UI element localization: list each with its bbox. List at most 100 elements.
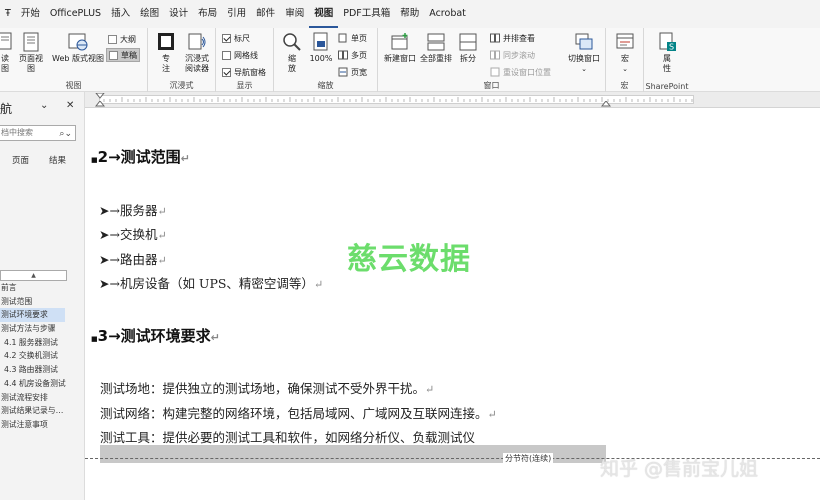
document-page[interactable]: ■2→测试范围↵ ➤→服务器↵ ➤→交换机↵ ➤→路由器↵ ➤→机房设备（如 U… xyxy=(85,108,820,500)
print-layout-button[interactable]: 页面视图 xyxy=(16,32,46,74)
menu-review[interactable]: 审阅 xyxy=(280,0,309,28)
multi-page-icon xyxy=(338,50,348,60)
menu-mailings[interactable]: 邮件 xyxy=(251,0,280,28)
horizontal-ruler[interactable] xyxy=(85,92,820,108)
tab-pages[interactable]: 页面 xyxy=(0,154,37,166)
immersive-reader-button[interactable]: 沉浸式 阅读器 xyxy=(180,32,214,74)
split-button[interactable]: 拆分 xyxy=(456,32,480,64)
web-layout-button[interactable]: Web 版式视图 xyxy=(52,32,104,64)
bullet-item: ➤→路由器↵ xyxy=(99,249,167,268)
sync-scroll-icon xyxy=(490,50,500,60)
first-line-indent-marker[interactable] xyxy=(95,93,105,101)
nav-heading-item[interactable]: 前言 xyxy=(0,281,85,295)
reset-position-label: 重设窗口位置 xyxy=(503,67,551,77)
menu-acrobat[interactable]: Acrobat xyxy=(424,0,471,28)
focus-label: 专 注 xyxy=(162,54,170,73)
heading-2-text: 测试范围 xyxy=(120,148,181,166)
nav-heading-item[interactable]: 测试结果记录与… xyxy=(0,404,85,418)
ruler-checkbox[interactable]: 标尺 xyxy=(222,31,250,45)
heading-2: ■2→测试范围↵ xyxy=(91,146,190,167)
nav-close-icon[interactable]: ✕ xyxy=(66,100,74,111)
menu-officeplus[interactable]: OfficePLUS xyxy=(45,0,106,28)
page-width-button[interactable]: 页宽 xyxy=(338,65,367,79)
print-layout-label: 页面视图 xyxy=(19,54,43,73)
nav-heading-item[interactable]: 测试流程安排 xyxy=(0,391,85,405)
switch-window-icon xyxy=(575,33,593,50)
nav-heading-item-selected[interactable]: 测试环境要求 xyxy=(0,308,65,323)
nav-subheading-item[interactable]: 4.2 交换机测试 xyxy=(0,349,85,363)
multi-page-label: 多页 xyxy=(351,50,367,60)
immersive-reader-icon xyxy=(188,33,206,50)
gridlines-checkbox[interactable]: 网格线 xyxy=(222,48,258,62)
menu-design[interactable]: 设计 xyxy=(164,0,193,28)
navigation-pane: 航 ⌄ ✕ 档中搜索 ⌕⌄ 页面 结果 ▲ 前言 测试范围 测试环境要求 测试方… xyxy=(0,92,85,500)
outline-button[interactable]: 大纲 xyxy=(108,32,136,46)
zoom-button[interactable]: 缩 放 xyxy=(282,32,302,74)
arrange-all-button[interactable]: 全部重排 xyxy=(418,32,454,64)
new-window-icon xyxy=(391,33,408,50)
zoom-100-button[interactable]: 100% xyxy=(308,32,334,64)
search-icon[interactable]: ⌕⌄ xyxy=(59,127,72,141)
menu-view[interactable]: 视图 xyxy=(309,0,339,28)
menu-file[interactable]: Ŧ xyxy=(0,0,16,28)
immersive-reader-label: 沉浸式 阅读器 xyxy=(185,54,209,73)
body-paragraph: 测试工具：提供必要的测试工具和软件，如网络分析仪、负载测试仪 xyxy=(100,427,475,446)
nav-subheading-item[interactable]: 4.3 路由器测试 xyxy=(0,363,85,377)
draft-icon xyxy=(109,50,118,60)
show-group: 标尺 网格线 导航窗格 显示 xyxy=(216,28,274,92)
paragraph-text: 测试网络：构建完整的网络环境，包括局域网、广域网及互联网连接。 xyxy=(100,406,488,421)
menu-insert[interactable]: 插入 xyxy=(106,0,135,28)
magnifier-icon xyxy=(283,33,301,51)
menu-pdf-tools[interactable]: PDF工具箱 xyxy=(338,0,395,28)
side-by-side-button[interactable]: 并排查看 xyxy=(490,31,535,45)
paragraph-mark: ↵ xyxy=(313,278,324,291)
focus-button[interactable]: 专 注 xyxy=(156,32,176,74)
paragraph-text: 测试场地：提供独立的测试场地，确保测试不受外界干扰。 xyxy=(100,381,426,396)
heading-list: 前言 测试范围 测试环境要求 测试方法与步骤 4.1 服务器测试 4.2 交换机… xyxy=(0,281,85,432)
menu-home[interactable]: 开始 xyxy=(16,0,45,28)
paragraph-mark: ↵ xyxy=(157,254,167,267)
menu-draw[interactable]: 绘图 xyxy=(135,0,164,28)
multi-page-button[interactable]: 多页 xyxy=(338,48,367,62)
switch-window-button[interactable]: 切换窗口 ⌄ xyxy=(564,32,604,74)
macros-group-label: 宏 xyxy=(620,81,629,90)
heading-marker-icon: ■ xyxy=(91,156,98,164)
body-paragraph: 测试场地：提供独立的测试场地，确保测试不受外界干扰。↵ xyxy=(100,378,434,397)
one-page-button[interactable]: 单页 xyxy=(338,31,367,45)
nav-pane-checkbox[interactable]: 导航窗格 xyxy=(222,65,266,79)
draft-button[interactable]: 草稿 xyxy=(106,48,140,62)
read-mode-button[interactable]: 读 图 xyxy=(0,32,12,74)
nav-heading-item[interactable]: 测试注意事项 xyxy=(0,418,85,432)
macros-label: 宏 xyxy=(621,54,629,63)
immersive-group-label: 沉浸式 xyxy=(169,81,194,90)
outline-label: 大纲 xyxy=(120,34,136,44)
side-by-side-label: 并排查看 xyxy=(503,33,535,43)
tab-results[interactable]: 结果 xyxy=(37,154,74,166)
web-layout-icon xyxy=(68,33,88,51)
reset-position-button[interactable]: 重设窗口位置 xyxy=(490,65,551,79)
menu-bar: Ŧ 开始 OfficePLUS 插入 绘图 设计 布局 引用 邮件 审阅 视图 … xyxy=(0,0,820,28)
window-group: 新建窗口 全部重排 拆分 并排查看 同步滚动 重设窗口位置 切换窗口 ⌄ 窗口 xyxy=(378,28,606,92)
properties-button[interactable]: S 属 性 xyxy=(657,32,677,74)
split-icon xyxy=(459,33,477,51)
switch-window-chevron-icon: ⌄ xyxy=(581,65,587,73)
nav-heading-item[interactable]: 测试方法与步骤 xyxy=(0,322,85,336)
nav-subheading-item[interactable]: 4.1 服务器测试 xyxy=(0,336,85,350)
collapse-headings-icon[interactable]: ▲ xyxy=(0,270,67,281)
menu-help[interactable]: 帮助 xyxy=(395,0,424,28)
menu-references[interactable]: 引用 xyxy=(222,0,251,28)
macros-button[interactable]: 宏 ⌄ xyxy=(615,32,635,74)
arrange-all-icon xyxy=(427,33,445,51)
heading-2-arrow: → xyxy=(108,148,121,166)
nav-heading-item[interactable]: 测试范围 xyxy=(0,295,85,309)
bullet-text: 路由器 xyxy=(119,252,158,267)
gridlines-label: 网格线 xyxy=(234,50,258,60)
menu-layout[interactable]: 布局 xyxy=(193,0,222,28)
nav-search-input[interactable]: 档中搜索 ⌕⌄ xyxy=(0,125,76,141)
bullet-item: ➤→机房设备（如 UPS、精密空调等）↵ xyxy=(99,273,323,292)
sync-scroll-button[interactable]: 同步滚动 xyxy=(490,48,535,62)
nav-options-chevron-icon[interactable]: ⌄ xyxy=(40,100,48,111)
new-window-button[interactable]: 新建窗口 xyxy=(382,32,418,64)
nav-subheading-item[interactable]: 4.4 机房设备测试 xyxy=(0,377,85,391)
web-layout-label: Web 版式视图 xyxy=(52,54,104,63)
